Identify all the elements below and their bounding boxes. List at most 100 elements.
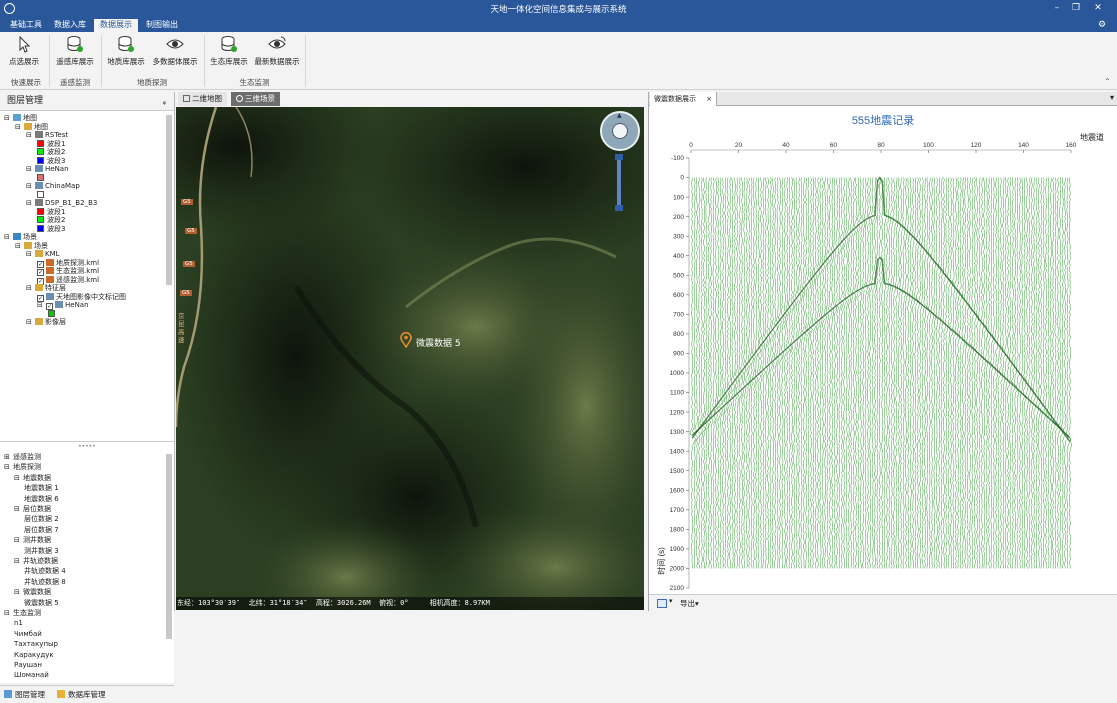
tree-node[interactable]: 测井数据 3 (24, 547, 59, 556)
plot-area (689, 176, 1072, 569)
tree-node[interactable]: Тахтакупыр (14, 640, 58, 649)
group-separator (49, 35, 50, 87)
expander-icon[interactable]: ⊟ (14, 588, 23, 597)
export-button[interactable]: 导出▾ (680, 598, 699, 609)
tree-node[interactable]: 井轨迹数据 4 (24, 567, 66, 576)
expander-icon[interactable]: ⊟ (14, 557, 23, 566)
zoom-out-icon[interactable] (615, 205, 623, 211)
close-icon[interactable]: ✕ (1090, 2, 1106, 15)
collapse-ribbon-icon[interactable]: ⌃ (1104, 77, 1111, 86)
settings-gear-icon[interactable]: ⚙ (1098, 20, 1106, 30)
eco-db-display-button[interactable]: 生态库展示 (207, 35, 251, 69)
expander-icon[interactable]: ⊟ (15, 242, 24, 251)
tree-node[interactable]: 地震数据 1 (24, 484, 59, 493)
tab-microseismic-display[interactable]: 微震数据展示 × (650, 92, 718, 106)
compass-up-icon[interactable]: ▲ (617, 112, 622, 119)
tree-node[interactable]: 层位数据 2 (24, 515, 59, 524)
tree-node-label: 遥感监测 (13, 453, 41, 461)
tab-3d-scene[interactable]: 三维场景 (231, 92, 280, 106)
minimize-icon[interactable]: – (1049, 2, 1065, 15)
tree-node[interactable]: ⊟ ✓ HeNan (37, 301, 89, 310)
navigation-compass[interactable]: ▲ (600, 111, 640, 151)
scrollbar-thumb[interactable] (166, 115, 172, 285)
expander-icon[interactable]: ⊟ (4, 463, 13, 472)
rs-db-display-button[interactable]: 遥感库展示 (52, 35, 98, 69)
geo-db-display-button[interactable]: 地质库展示 (104, 35, 148, 69)
expander-icon[interactable]: ⊟ (4, 114, 13, 123)
map-3d-view[interactable]: G5 G5 G5 G5 京昆高速 微震数据 5 ▲ 东经：103°30′39″ … (176, 107, 644, 610)
tab-layer-management[interactable]: 图层管理 (15, 689, 45, 700)
tree-node[interactable]: 层位数据 7 (24, 526, 59, 535)
seismic-trace (933, 177, 937, 569)
zoom-slider[interactable] (617, 154, 621, 210)
seismic-trace (892, 177, 897, 569)
expander-icon[interactable]: ⊟ (4, 609, 13, 618)
tab-data-display[interactable]: 数据展示 (94, 19, 138, 32)
expander-icon[interactable]: ⊟ (26, 182, 35, 191)
point-select-button[interactable]: 点选展示 (4, 35, 44, 69)
tree-node[interactable]: ⊟ 地质探测 (4, 463, 41, 472)
tree-node[interactable]: ⊟ 微震数据 (14, 588, 51, 597)
tree-node[interactable]: Чимбай (14, 630, 42, 639)
tab-2d-map[interactable]: 二维地图 (178, 92, 227, 106)
chart-type-dropdown-icon[interactable]: ▾ (669, 597, 673, 605)
y-tick-label: 500 (673, 272, 684, 279)
latest-data-display-button[interactable]: 最新数据展示 (252, 35, 302, 69)
restore-icon[interactable]: ❐ (1068, 2, 1084, 15)
vec-icon (35, 182, 43, 189)
seismic-trace (915, 177, 921, 569)
expander-icon[interactable]: ⊟ (14, 474, 23, 483)
expander-icon[interactable]: ⊟ (26, 250, 35, 259)
seismic-trace (1027, 177, 1032, 569)
expander-icon[interactable]: ⊞ (4, 453, 13, 462)
expander-icon[interactable]: ⊟ (4, 233, 13, 242)
multi-volume-display-button[interactable]: 多数据体展示 (150, 35, 200, 69)
tab-data-import[interactable]: 数据入库 (48, 19, 92, 32)
tree-node[interactable]: 地震数据 6 (24, 495, 59, 504)
tree-node[interactable]: 井轨迹数据 8 (24, 578, 66, 587)
road-shield: G5 (180, 290, 192, 296)
color-swatch (37, 207, 44, 215)
road-label: 京昆高速 (178, 312, 185, 344)
expander-icon[interactable]: ⊟ (26, 284, 35, 293)
dropdown-icon[interactable]: ▾ (1110, 93, 1114, 102)
expander-icon[interactable]: ⊟ (37, 301, 46, 310)
tree-node[interactable]: ⊟ 层位数据 (14, 505, 51, 514)
zoom-in-icon[interactable] (615, 154, 623, 160)
tree-node[interactable]: ⊟ 生态监测 (4, 609, 41, 618)
close-tab-icon[interactable]: × (706, 95, 712, 103)
seismic-trace (958, 177, 964, 569)
tree-node[interactable]: ⊞ 遥感监测 (4, 453, 41, 462)
tree-node[interactable]: ⊟ HeNan (26, 165, 69, 174)
seismic-trace (825, 177, 830, 569)
tree-node[interactable]: ⊟ 测井数据 (14, 536, 51, 545)
rs-db-display-label: 遥感库展示 (56, 57, 94, 66)
expander-icon[interactable]: ⊟ (14, 505, 23, 514)
expander-icon[interactable]: ⊟ (26, 131, 35, 140)
chart-type-icon[interactable] (657, 599, 667, 608)
tree-node[interactable]: 微震数据 5 (24, 599, 59, 608)
tree-node[interactable]: Шоманай (14, 671, 49, 680)
splitter-handle[interactable]: ••••• (0, 442, 174, 451)
expander-icon[interactable]: ⊟ (26, 199, 35, 208)
tree-node[interactable]: Каракудук (14, 651, 54, 660)
compass-eye-icon[interactable] (612, 123, 628, 139)
tree-node[interactable]: ⊟ 地震数据 (14, 474, 51, 483)
seismic-trace (768, 177, 773, 569)
tree-node[interactable]: 波段3 (37, 224, 65, 234)
tab-map-output[interactable]: 制图输出 (140, 19, 184, 32)
tree-node[interactable]: n1 (14, 619, 23, 628)
expander-icon[interactable]: ⊟ (15, 123, 24, 132)
tab-basic-tools[interactable]: 基础工具 (4, 19, 48, 32)
expander-icon[interactable]: ⊟ (26, 318, 35, 327)
location-marker-icon[interactable] (400, 332, 412, 349)
pin-icon[interactable]: ᵩ (163, 92, 166, 111)
tab-database-management[interactable]: 数据库管理 (68, 689, 106, 700)
tree-node[interactable]: ⊟ 井轨迹数据 (14, 557, 58, 566)
expander-icon[interactable]: ⊟ (14, 536, 23, 545)
tree-node[interactable]: ⊟ ChinaMap (26, 182, 80, 191)
scrollbar-thumb[interactable] (166, 454, 172, 639)
tree-node[interactable]: ⊟ 影像层 (26, 318, 66, 327)
tree-node[interactable]: Раушан (14, 661, 42, 670)
expander-icon[interactable]: ⊟ (26, 165, 35, 174)
